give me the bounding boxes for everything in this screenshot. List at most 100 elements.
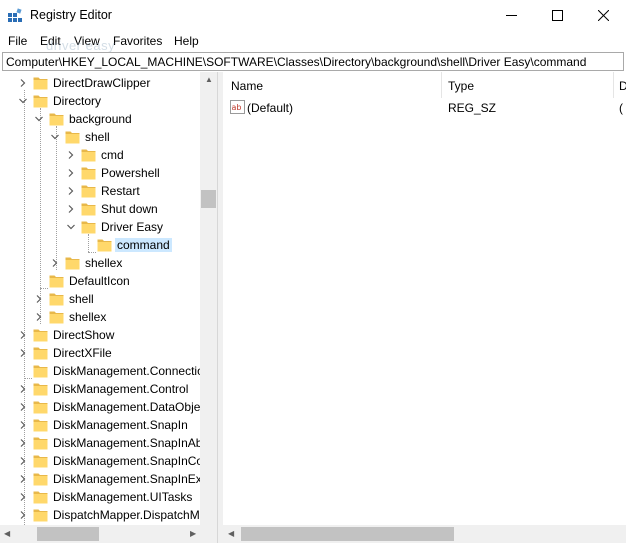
- window-title: Registry Editor: [30, 8, 112, 22]
- tree-item[interactable]: cmd: [0, 146, 200, 164]
- folder-icon: [33, 77, 48, 90]
- folder-icon: [49, 113, 64, 126]
- tree-horizontal-scrollbar[interactable]: [0, 525, 217, 543]
- tree-item[interactable]: DiskManagement.Connectio: [0, 362, 204, 380]
- tree-item[interactable]: shell: [0, 128, 200, 146]
- tree-vertical-scroll-thumb[interactable]: [201, 190, 216, 208]
- tree-item[interactable]: Restart: [0, 182, 200, 200]
- chevron-right-icon[interactable]: [18, 330, 28, 340]
- chevron-right-icon[interactable]: [18, 474, 28, 484]
- chevron-right-icon[interactable]: [18, 402, 28, 412]
- tree-item[interactable]: DiskManagement.SnapIn: [0, 416, 200, 434]
- tree-item[interactable]: Shut down: [0, 200, 200, 218]
- chevron-right-icon[interactable]: [18, 456, 28, 466]
- tree-item-label: DiskManagement.Connectio: [53, 364, 204, 378]
- folder-icon: [49, 293, 64, 306]
- folder-icon: [97, 239, 112, 252]
- tree-item[interactable]: shellex: [0, 254, 200, 272]
- tree-item[interactable]: DiskManagement.Control: [0, 380, 200, 398]
- tree-item[interactable]: DirectDrawClipper: [0, 74, 200, 92]
- tree-item[interactable]: DiskManagement.SnapInExt: [0, 470, 205, 488]
- tree-item-label: DirectXFile: [53, 346, 112, 360]
- tree-item-label: shell: [69, 292, 94, 306]
- tree-vertical-scrollbar[interactable]: [200, 72, 217, 525]
- tree-item-label: DiskManagement.SnapInAb: [53, 436, 203, 450]
- chevron-right-icon[interactable]: [34, 312, 44, 322]
- chevron-right-icon[interactable]: [50, 258, 60, 268]
- address-bar[interactable]: Computer\HKEY_LOCAL_MACHINE\SOFTWARE\Cla…: [2, 52, 624, 71]
- tree-item[interactable]: shellex: [0, 308, 200, 326]
- chevron-down-icon[interactable]: [18, 96, 28, 106]
- minimize-button[interactable]: [488, 0, 534, 31]
- tree-item[interactable]: command: [0, 236, 200, 254]
- chevron-right-icon[interactable]: [18, 348, 28, 358]
- tree-item-label: command: [115, 238, 172, 252]
- tree-item-label: shell: [85, 130, 110, 144]
- chevron-right-icon[interactable]: [18, 78, 28, 88]
- tree-item[interactable]: Driver Easy: [0, 218, 200, 236]
- tree-item[interactable]: Directory: [0, 92, 200, 110]
- close-button[interactable]: [580, 0, 626, 31]
- chevron-down-icon[interactable]: [50, 132, 60, 142]
- chevron-down-icon[interactable]: [34, 114, 44, 124]
- tree-item-label: Directory: [53, 94, 102, 108]
- tree-item[interactable]: DiskManagement.DataObje: [0, 398, 200, 416]
- folder-icon: [33, 437, 48, 450]
- chevron-right-icon[interactable]: [18, 510, 28, 520]
- menu-help[interactable]: Help: [174, 34, 199, 48]
- column-header-name[interactable]: Name: [231, 79, 263, 93]
- tree-item[interactable]: DirectXFile: [0, 344, 200, 362]
- chevron-right-icon[interactable]: [18, 384, 28, 394]
- tree-item-label: DiskManagement.SnapInCo: [53, 454, 204, 468]
- tree-item-label: background: [69, 112, 132, 126]
- tree-item[interactable]: shell: [0, 290, 200, 308]
- menu-favorites[interactable]: Favorites: [113, 34, 162, 48]
- key-tree: DirectDrawClipper Directory background shel…: [0, 72, 217, 543]
- chevron-down-icon[interactable]: [66, 222, 76, 232]
- tree-item[interactable]: DispatchMapper.DispatchM: [0, 506, 200, 524]
- tree-item-label: DispatchMapper.DispatchM: [53, 508, 200, 522]
- scroll-right-icon[interactable]: ▶: [190, 529, 196, 538]
- tree-item-label: DiskManagement.UITasks: [53, 490, 193, 504]
- tree-item-label: Shut down: [101, 202, 158, 216]
- value-name: (Default): [247, 101, 294, 115]
- tree-item[interactable]: Powershell: [0, 164, 200, 182]
- chevron-right-icon[interactable]: [18, 438, 28, 448]
- tree-item-label: DiskManagement.SnapIn: [53, 418, 188, 432]
- tree-item[interactable]: background: [0, 110, 200, 128]
- tree-item[interactable]: DiskManagement.SnapInAb: [0, 434, 202, 452]
- chevron-right-icon[interactable]: [66, 204, 76, 214]
- tree-horizontal-scroll-thumb[interactable]: [37, 527, 99, 541]
- folder-icon: [49, 275, 64, 288]
- list-horizontal-scroll-thumb[interactable]: [241, 527, 454, 541]
- tree-item[interactable]: DiskManagement.UITasks: [0, 488, 200, 506]
- address-path: Computer\HKEY_LOCAL_MACHINE\SOFTWARE\Cla…: [6, 55, 587, 69]
- menu-file[interactable]: File: [8, 34, 27, 48]
- folder-icon: [33, 365, 48, 378]
- chevron-right-icon[interactable]: [66, 168, 76, 178]
- tree-item-label: DirectShow: [53, 328, 115, 342]
- svg-text:ab: ab: [232, 103, 242, 112]
- folder-icon: [65, 257, 80, 270]
- folder-icon: [33, 491, 48, 504]
- value-data: (: [619, 101, 623, 115]
- scroll-up-icon[interactable]: ▲: [205, 75, 213, 84]
- chevron-right-icon[interactable]: [66, 186, 76, 196]
- maximize-button[interactable]: [534, 0, 580, 31]
- folder-icon: [33, 455, 48, 468]
- chevron-right-icon[interactable]: [34, 294, 44, 304]
- tree-item[interactable]: DirectShow: [0, 326, 200, 344]
- list-scroll-left-icon[interactable]: ◀: [228, 529, 234, 538]
- tree-item-label: DirectDrawClipper: [53, 76, 151, 90]
- tree-item[interactable]: DiskManagement.SnapInCo: [0, 452, 203, 470]
- watermark: driver easy: [46, 38, 116, 53]
- scroll-left-icon[interactable]: ◀: [4, 529, 10, 538]
- column-header-data[interactable]: D: [619, 79, 626, 93]
- tree-item[interactable]: DefaultIcon: [0, 272, 200, 290]
- chevron-right-icon[interactable]: [66, 150, 76, 160]
- chevron-right-icon[interactable]: [18, 420, 28, 430]
- chevron-right-icon[interactable]: [18, 492, 28, 502]
- maximize-icon: [551, 10, 563, 21]
- tree-item-label: Restart: [101, 184, 140, 198]
- column-header-type[interactable]: Type: [448, 79, 474, 93]
